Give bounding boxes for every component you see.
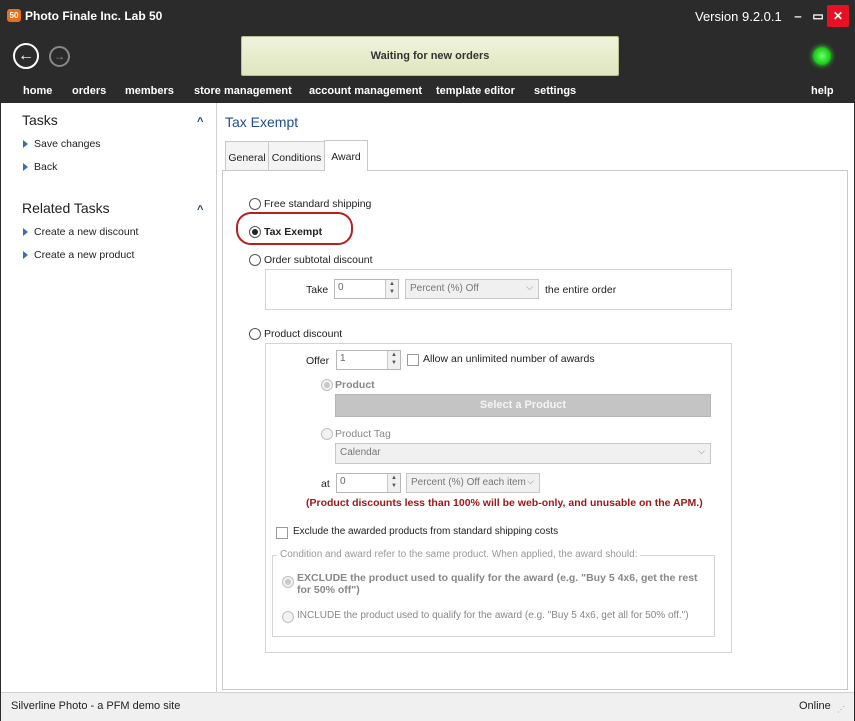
- same-product-legend: Condition and award refer to the same pr…: [277, 549, 641, 560]
- close-icon[interactable]: ✕: [827, 5, 849, 27]
- chevron-down-icon: ⌵: [527, 476, 534, 486]
- site-name: Silverline Photo - a PFM demo site: [11, 700, 181, 712]
- stepper-arrows-icon[interactable]: ▲ ▼: [387, 351, 400, 369]
- task-create-product[interactable]: Create a new product: [23, 249, 134, 261]
- include-product-label: INCLUDE the product used to qualify for …: [297, 610, 689, 621]
- title-bar: 50 Photo Finale Inc. Lab 50 Version 9.2.…: [1, 1, 854, 33]
- product-discount-group: Offer 1 ▲ ▼ Allow an unlimited number of …: [265, 343, 732, 653]
- product-discount-label: Product discount: [264, 328, 343, 340]
- chevron-down-icon: ⌵: [698, 446, 705, 456]
- minimize-icon[interactable]: ‒: [787, 5, 809, 27]
- product-tag-select[interactable]: Calendar ⌵: [335, 443, 711, 464]
- order-subtotal-group: Take 0 ▲ ▼ Percent (%) Off ⌵ the entire o…: [265, 269, 732, 310]
- order-subtotal-radio[interactable]: [249, 254, 261, 266]
- exclude-shipping-label: Exclude the awarded products from standa…: [293, 526, 559, 537]
- exclude-product-radio[interactable]: [282, 576, 294, 588]
- entire-order-label: the entire order: [545, 284, 617, 296]
- web-only-warning: (Product discounts less than 100% will b…: [306, 497, 703, 509]
- product-label: Product: [335, 379, 375, 391]
- back-arrow-icon[interactable]: ←: [13, 43, 39, 69]
- include-product-radio[interactable]: [282, 611, 294, 623]
- stepper-arrows-icon[interactable]: ▲ ▼: [385, 280, 398, 298]
- main-menu: home orders members store management acc…: [1, 83, 854, 101]
- menu-template-editor[interactable]: template editor: [436, 85, 515, 97]
- tax-exempt-label: Tax Exempt: [264, 226, 323, 238]
- free-shipping-radio[interactable]: [249, 198, 261, 210]
- sidebar: Tasks ^ Save changes Back Related Tasks …: [1, 103, 217, 692]
- take-label: Take: [306, 284, 329, 296]
- take-amount-stepper[interactable]: 0 ▲ ▼: [334, 279, 399, 299]
- free-shipping-label: Free standard shipping: [264, 198, 372, 210]
- order-status-banner: Waiting for new orders: [241, 36, 619, 76]
- bullet-arrow-icon: [23, 251, 28, 260]
- related-tasks-heading: Related Tasks: [22, 200, 110, 216]
- chevron-down-icon: ⌵: [526, 282, 533, 292]
- order-subtotal-label: Order subtotal discount: [264, 254, 373, 266]
- select-product-button[interactable]: Select a Product: [335, 394, 711, 417]
- menu-members[interactable]: members: [125, 85, 174, 97]
- unlimited-awards-label: Allow an unlimited number of awards: [423, 353, 595, 365]
- bullet-arrow-icon: [23, 228, 28, 237]
- offer-stepper[interactable]: 1 ▲ ▼: [336, 350, 401, 370]
- product-tag-radio[interactable]: [321, 428, 333, 440]
- status-light-icon: [813, 47, 831, 65]
- app-logo-icon: 50: [7, 9, 21, 22]
- tab-conditions[interactable]: Conditions: [268, 141, 325, 170]
- related-collapse-icon[interactable]: ^: [197, 204, 203, 216]
- bullet-arrow-icon: [23, 140, 28, 149]
- tab-award[interactable]: Award: [324, 140, 368, 171]
- version-label: Version 9.2.0.1: [695, 9, 782, 24]
- award-panel: Free standard shipping Tax Exempt Order …: [222, 170, 848, 690]
- menu-account-management[interactable]: account management: [309, 85, 422, 97]
- window-title: Photo Finale Inc. Lab 50: [25, 9, 163, 23]
- task-create-discount[interactable]: Create a new discount: [23, 226, 138, 238]
- bullet-arrow-icon: [23, 163, 28, 172]
- task-back[interactable]: Back: [23, 161, 57, 173]
- forward-arrow-icon[interactable]: →: [49, 46, 70, 67]
- at-type-select[interactable]: Percent (%) Off each item ⌵: [406, 473, 540, 493]
- tasks-heading: Tasks: [22, 112, 58, 128]
- menu-settings[interactable]: settings: [534, 85, 576, 97]
- navigation-bar: ← → Waiting for new orders home orders m…: [1, 33, 854, 103]
- offer-label: Offer: [306, 355, 330, 367]
- take-type-select[interactable]: Percent (%) Off ⌵: [405, 279, 539, 299]
- product-discount-radio[interactable]: [249, 328, 261, 340]
- menu-help[interactable]: help: [811, 85, 834, 97]
- connection-status: Online: [799, 700, 831, 712]
- same-product-fieldset: Condition and award refer to the same pr…: [272, 549, 715, 637]
- app-window: 50 Photo Finale Inc. Lab 50 Version 9.2.…: [0, 0, 855, 721]
- product-radio[interactable]: [321, 379, 333, 391]
- menu-home[interactable]: home: [23, 85, 52, 97]
- tab-general[interactable]: General: [225, 141, 269, 170]
- at-label: at: [321, 478, 330, 490]
- at-amount-stepper[interactable]: 0 ▲ ▼: [336, 473, 401, 493]
- menu-orders[interactable]: orders: [72, 85, 106, 97]
- exclude-product-label: EXCLUDE the product used to qualify for …: [297, 572, 698, 596]
- menu-store-management[interactable]: store management: [194, 85, 292, 97]
- product-tag-label: Product Tag: [335, 428, 391, 440]
- resize-grip-icon[interactable]: ⋰: [837, 705, 845, 714]
- tax-exempt-radio[interactable]: [249, 226, 261, 238]
- maximize-icon[interactable]: ▭: [807, 5, 829, 27]
- status-bar: Silverline Photo - a PFM demo site Onlin…: [1, 692, 854, 721]
- exclude-shipping-checkbox[interactable]: [276, 527, 288, 539]
- task-save-changes[interactable]: Save changes: [23, 138, 101, 150]
- stepper-arrows-icon[interactable]: ▲ ▼: [387, 474, 400, 492]
- unlimited-awards-checkbox[interactable]: [407, 354, 419, 366]
- tasks-collapse-icon[interactable]: ^: [197, 116, 203, 128]
- main-panel: Tax Exempt General Conditions Award Free…: [217, 103, 854, 692]
- page-title: Tax Exempt: [225, 114, 299, 130]
- content-area: Tasks ^ Save changes Back Related Tasks …: [1, 103, 854, 692]
